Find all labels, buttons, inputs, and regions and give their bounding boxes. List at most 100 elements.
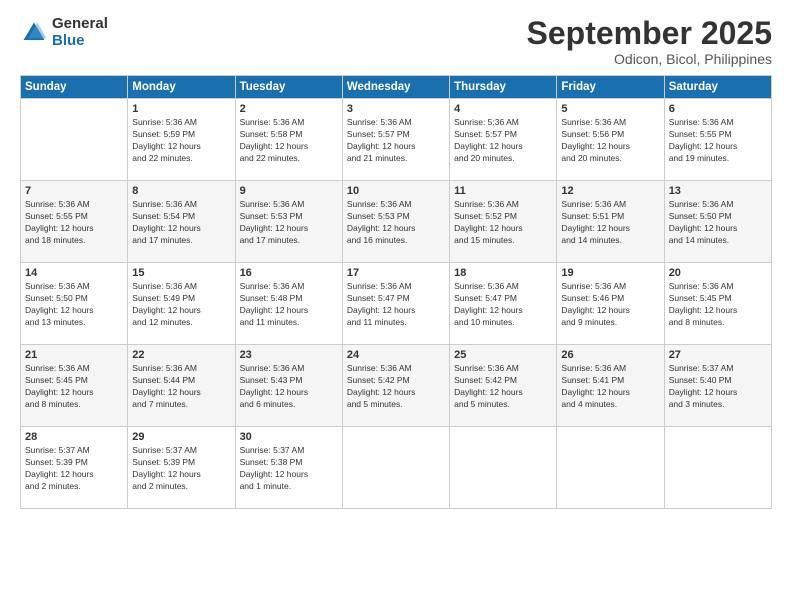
day-info: Sunrise: 5:37 AM Sunset: 5:38 PM Dayligh… [240, 445, 338, 493]
calendar-cell: 10Sunrise: 5:36 AM Sunset: 5:53 PM Dayli… [342, 181, 449, 263]
day-info: Sunrise: 5:36 AM Sunset: 5:54 PM Dayligh… [132, 199, 230, 247]
calendar-cell [557, 427, 664, 509]
calendar-cell: 19 Sunrise: 5:36 AM Sunset: 5:46 PM Dayli… [557, 263, 664, 345]
col-thursday: Thursday [450, 76, 557, 99]
calendar-cell: 18 Sunrise: 5:36 AM Sunset: 5:47 PM Dayli… [450, 263, 557, 345]
calendar-cell: 1Sunrise: 5:36 AM Sunset: 5:59 PM Daylig… [128, 99, 235, 181]
day-number: 12 [561, 185, 659, 197]
header: General Blue September 2025 Odicon, Bico… [20, 16, 772, 67]
day-number: 25 [454, 349, 552, 361]
day-info: Sunrise: 5:36 AM Sunset: 5:47 PM Dayligh… [347, 281, 445, 329]
day-info: Sunrise: 5:36 AM Sunset: 5:44 PM Dayligh… [132, 363, 230, 411]
calendar-cell: 24 Sunrise: 5:36 AM Sunset: 5:42 PM Dayli… [342, 345, 449, 427]
col-sunday: Sunday [21, 76, 128, 99]
calendar-cell: 4Sunrise: 5:36 AM Sunset: 5:57 PM Daylig… [450, 99, 557, 181]
day-info: Sunrise: 5:36 AM Sunset: 5:45 PM Dayligh… [25, 363, 123, 411]
day-number: 21 [25, 349, 123, 361]
calendar-cell [664, 427, 771, 509]
logo-text: General Blue [52, 16, 108, 49]
day-info: Sunrise: 5:36 AM Sunset: 5:55 PM Dayligh… [25, 199, 123, 247]
day-info: Sunrise: 5:36 AM Sunset: 5:50 PM Dayligh… [669, 199, 767, 247]
day-number: 14 [25, 267, 123, 279]
logo-blue-text: Blue [52, 33, 108, 50]
day-number: 1 [132, 103, 230, 115]
calendar-cell: 15Sunrise: 5:36 AM Sunset: 5:49 PM Dayli… [128, 263, 235, 345]
day-info: Sunrise: 5:36 AM Sunset: 5:47 PM Dayligh… [454, 281, 552, 329]
day-info: Sunrise: 5:36 AM Sunset: 5:46 PM Dayligh… [561, 281, 659, 329]
calendar-cell: 21 Sunrise: 5:36 AM Sunset: 5:45 PM Dayli… [21, 345, 128, 427]
header-row: Sunday Monday Tuesday Wednesday Thursday… [21, 76, 772, 99]
col-saturday: Saturday [664, 76, 771, 99]
calendar-cell: 8 Sunrise: 5:36 AM Sunset: 5:54 PM Daylig… [128, 181, 235, 263]
day-info: Sunrise: 5:36 AM Sunset: 5:49 PM Dayligh… [132, 281, 230, 329]
calendar-week-4: 21 Sunrise: 5:36 AM Sunset: 5:45 PM Dayli… [21, 345, 772, 427]
calendar-table: Sunday Monday Tuesday Wednesday Thursday… [20, 75, 772, 509]
day-info: Sunrise: 5:36 AM Sunset: 5:45 PM Dayligh… [669, 281, 767, 329]
day-number: 19 [561, 267, 659, 279]
day-number: 24 [347, 349, 445, 361]
day-info: Sunrise: 5:36 AM Sunset: 5:50 PM Dayligh… [25, 281, 123, 329]
calendar-week-2: 7 Sunrise: 5:36 AM Sunset: 5:55 PM Daylig… [21, 181, 772, 263]
col-tuesday: Tuesday [235, 76, 342, 99]
calendar-cell [342, 427, 449, 509]
calendar-cell: 14 Sunrise: 5:36 AM Sunset: 5:50 PM Dayli… [21, 263, 128, 345]
calendar-cell: 2 Sunrise: 5:36 AM Sunset: 5:58 PM Daylig… [235, 99, 342, 181]
calendar-cell: 13 Sunrise: 5:36 AM Sunset: 5:50 PM Dayli… [664, 181, 771, 263]
calendar-cell: 17Sunrise: 5:36 AM Sunset: 5:47 PM Dayli… [342, 263, 449, 345]
day-number: 30 [240, 431, 338, 443]
calendar-cell: 20 Sunrise: 5:36 AM Sunset: 5:45 PM Dayli… [664, 263, 771, 345]
calendar-cell: 28 Sunrise: 5:37 AM Sunset: 5:39 PM Dayli… [21, 427, 128, 509]
day-number: 13 [669, 185, 767, 197]
day-info: Sunrise: 5:36 AM Sunset: 5:41 PM Dayligh… [561, 363, 659, 411]
calendar-cell: 11 Sunrise: 5:36 AM Sunset: 5:52 PM Dayli… [450, 181, 557, 263]
month-title: September 2025 [527, 16, 772, 51]
calendar-cell: 12Sunrise: 5:36 AM Sunset: 5:51 PM Dayli… [557, 181, 664, 263]
day-info: Sunrise: 5:36 AM Sunset: 5:57 PM Dayligh… [454, 117, 552, 165]
title-block: September 2025 Odicon, Bicol, Philippine… [527, 16, 772, 67]
day-info: Sunrise: 5:36 AM Sunset: 5:42 PM Dayligh… [347, 363, 445, 411]
calendar-cell: 29Sunrise: 5:37 AM Sunset: 5:39 PM Dayli… [128, 427, 235, 509]
calendar-week-3: 14 Sunrise: 5:36 AM Sunset: 5:50 PM Dayli… [21, 263, 772, 345]
day-number: 5 [561, 103, 659, 115]
day-number: 7 [25, 185, 123, 197]
day-number: 6 [669, 103, 767, 115]
day-info: Sunrise: 5:36 AM Sunset: 5:42 PM Dayligh… [454, 363, 552, 411]
calendar-cell: 26 Sunrise: 5:36 AM Sunset: 5:41 PM Dayli… [557, 345, 664, 427]
day-number: 8 [132, 185, 230, 197]
calendar-week-5: 28 Sunrise: 5:37 AM Sunset: 5:39 PM Dayli… [21, 427, 772, 509]
day-info: Sunrise: 5:36 AM Sunset: 5:52 PM Dayligh… [454, 199, 552, 247]
calendar-cell: 27Sunrise: 5:37 AM Sunset: 5:40 PM Dayli… [664, 345, 771, 427]
calendar-week-1: 1Sunrise: 5:36 AM Sunset: 5:59 PM Daylig… [21, 99, 772, 181]
day-number: 28 [25, 431, 123, 443]
calendar-cell [21, 99, 128, 181]
day-info: Sunrise: 5:36 AM Sunset: 5:53 PM Dayligh… [347, 199, 445, 247]
location-subtitle: Odicon, Bicol, Philippines [527, 51, 772, 67]
calendar-cell: 7 Sunrise: 5:36 AM Sunset: 5:55 PM Daylig… [21, 181, 128, 263]
calendar-cell: 6 Sunrise: 5:36 AM Sunset: 5:55 PM Daylig… [664, 99, 771, 181]
day-info: Sunrise: 5:36 AM Sunset: 5:57 PM Dayligh… [347, 117, 445, 165]
logo: General Blue [20, 16, 108, 49]
day-number: 22 [132, 349, 230, 361]
day-info: Sunrise: 5:36 AM Sunset: 5:43 PM Dayligh… [240, 363, 338, 411]
day-info: Sunrise: 5:36 AM Sunset: 5:53 PM Dayligh… [240, 199, 338, 247]
day-number: 16 [240, 267, 338, 279]
calendar-cell [450, 427, 557, 509]
calendar-cell: 16 Sunrise: 5:36 AM Sunset: 5:48 PM Dayli… [235, 263, 342, 345]
col-monday: Monday [128, 76, 235, 99]
day-number: 26 [561, 349, 659, 361]
day-info: Sunrise: 5:36 AM Sunset: 5:48 PM Dayligh… [240, 281, 338, 329]
day-info: Sunrise: 5:36 AM Sunset: 5:55 PM Dayligh… [669, 117, 767, 165]
day-info: Sunrise: 5:37 AM Sunset: 5:39 PM Dayligh… [25, 445, 123, 493]
day-number: 3 [347, 103, 445, 115]
day-number: 27 [669, 349, 767, 361]
day-number: 11 [454, 185, 552, 197]
day-info: Sunrise: 5:36 AM Sunset: 5:58 PM Dayligh… [240, 117, 338, 165]
day-info: Sunrise: 5:37 AM Sunset: 5:39 PM Dayligh… [132, 445, 230, 493]
calendar-cell: 22 Sunrise: 5:36 AM Sunset: 5:44 PM Dayli… [128, 345, 235, 427]
logo-icon [20, 19, 48, 47]
day-number: 9 [240, 185, 338, 197]
day-number: 18 [454, 267, 552, 279]
calendar-cell: 25 Sunrise: 5:36 AM Sunset: 5:42 PM Dayli… [450, 345, 557, 427]
day-number: 2 [240, 103, 338, 115]
day-number: 20 [669, 267, 767, 279]
